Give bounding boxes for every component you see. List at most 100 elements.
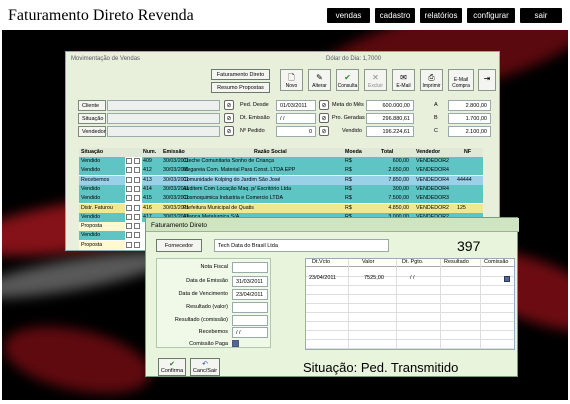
row-checkbox[interactable]: [126, 176, 132, 183]
col-num[interactable]: Num.: [143, 148, 156, 157]
row-checkbox[interactable]: [126, 204, 132, 211]
table-row[interactable]: Recebemos 413 30/03/2011 Comunidade Kolping…: [79, 175, 483, 185]
faturamento-direto-button[interactable]: Faturamento Direto: [211, 69, 270, 80]
email-icon: ✉: [400, 73, 407, 82]
recebemos-input[interactable]: / /: [232, 327, 268, 338]
row-checkbox[interactable]: [126, 158, 132, 164]
table-col-line: [480, 259, 481, 349]
fornecedor-field[interactable]: Tech Data do Brasil Ltda: [214, 239, 389, 252]
row-checkbox[interactable]: [134, 167, 140, 174]
vendedor-field[interactable]: [107, 126, 220, 137]
email-button[interactable]: ✉ E-Mail: [392, 69, 415, 91]
row-checkbox[interactable]: [134, 223, 140, 230]
nav-relatorios[interactable]: relatórios: [420, 8, 462, 23]
col-razao[interactable]: Razão Social: [254, 148, 287, 157]
table-row[interactable]: Vendido 409 30/03/2011 Creche Comunitaria S…: [79, 157, 483, 166]
row-checkbox[interactable]: [126, 185, 132, 192]
row-checkbox[interactable]: [126, 232, 132, 239]
col-vendedor[interactable]: Vendedor: [416, 148, 440, 157]
row-checkbox[interactable]: [134, 195, 140, 202]
col-emissao[interactable]: Emissão: [163, 148, 185, 157]
excluir-button[interactable]: ✕ Excluir: [364, 69, 387, 91]
row-checkbox[interactable]: [134, 185, 140, 192]
row-checkbox[interactable]: [134, 241, 140, 248]
dt-emissao-input[interactable]: / /: [276, 113, 316, 124]
novo-button[interactable]: 🗋 Novo: [280, 69, 303, 91]
row-checkbox[interactable]: [126, 167, 132, 174]
table-row[interactable]: Distr. Faturou 416 30/03/2011 Prefeitura Mu…: [79, 203, 483, 213]
row-checkbox[interactable]: [126, 223, 132, 230]
n-pedido-input[interactable]: 0: [276, 126, 316, 137]
clear-icon[interactable]: ⊘: [319, 126, 329, 136]
a-value: 2.800,00: [448, 100, 491, 111]
vendedor-button[interactable]: Vendedor: [78, 126, 106, 137]
cell-total: 300,00: [392, 185, 409, 192]
cancel-button[interactable]: ↶ Canc/Sair: [190, 358, 220, 376]
clear-icon[interactable]: ⊘: [319, 100, 329, 110]
row-checkbox[interactable]: [126, 213, 132, 220]
meta-label: Meta do Mês: [332, 102, 364, 108]
nota-fiscal-input[interactable]: [232, 262, 268, 273]
consulta-button[interactable]: ✔ Consulta: [336, 69, 359, 91]
clear-icon[interactable]: ⊘: [319, 113, 329, 123]
cell-moeda: R$: [345, 176, 352, 183]
delete-icon: ✕: [372, 73, 379, 82]
cliente-button[interactable]: Cliente: [78, 100, 106, 111]
resultado-comissao-input[interactable]: [232, 315, 268, 326]
nav-vendas[interactable]: vendas: [327, 8, 370, 23]
red-streak: [2, 315, 157, 400]
clear-icon[interactable]: ⊘: [224, 126, 234, 136]
clear-icon[interactable]: ⊘: [224, 100, 234, 110]
table-row[interactable]: Vendido 415 30/03/2011 Cosmoquimica Industr…: [79, 194, 483, 204]
email-compra-button[interactable]: E-Mail Compra: [448, 69, 474, 91]
b-value: 1.700,00: [448, 113, 491, 124]
col-total[interactable]: Total: [381, 148, 393, 157]
fornecedor-button[interactable]: Fornecedor: [156, 239, 202, 252]
comissao-paga-checkbox[interactable]: [232, 340, 239, 347]
row-checkbox[interactable]: [134, 232, 140, 239]
data-vencimento-label: Data de Vencimento: [178, 291, 228, 297]
row-checkbox[interactable]: [134, 158, 140, 164]
grid-header: Situação Num. Emissão Razão Social Moeda…: [79, 148, 483, 157]
a-label: A: [434, 102, 438, 108]
vendido-label: Vendido: [342, 128, 362, 134]
top-bar: Faturamento Direto Revenda vendas cadast…: [0, 0, 570, 30]
row-checkbox[interactable]: [126, 195, 132, 202]
col-comissao: Comissão: [484, 259, 509, 265]
nav-cadastro[interactable]: cadastro: [375, 8, 415, 23]
novo-label: Novo: [285, 83, 298, 89]
table-col-line: [396, 259, 397, 349]
data-vencimento-input[interactable]: 23/04/2011: [232, 289, 268, 300]
table-row-line: [306, 303, 514, 304]
resumo-propostas-button[interactable]: Resumo Propostas: [211, 82, 270, 93]
c-value: 2.100,00: [448, 126, 491, 137]
nav-sair[interactable]: sair: [520, 8, 562, 23]
table-row[interactable]: Vendido 414 30/03/2011 Auditem Com Locação …: [79, 184, 483, 194]
table-row-line: [306, 285, 514, 286]
exit-button[interactable]: ⇥: [478, 69, 496, 91]
clear-icon[interactable]: ⊘: [224, 113, 234, 123]
resultado-valor-input[interactable]: [232, 302, 268, 313]
row-checkbox[interactable]: [134, 204, 140, 211]
col-situacao[interactable]: Situação: [81, 148, 103, 157]
cell-razao: Comunidade Kolping do Jardim São José: [183, 176, 281, 183]
cliente-field[interactable]: [107, 100, 220, 111]
cell-vend: VENDEDOR4: [416, 176, 449, 183]
alterar-button[interactable]: ✎ Alterar: [308, 69, 331, 91]
nav-configurar[interactable]: configurar: [467, 8, 515, 23]
check-icon: ✔: [169, 360, 175, 368]
row-checkbox[interactable]: [126, 241, 132, 248]
data-emissao-input[interactable]: 31/03/2011: [232, 276, 268, 287]
situacao-button[interactable]: Situação: [78, 113, 106, 124]
table-col-line: [440, 259, 441, 349]
row-checkbox[interactable]: [134, 213, 140, 220]
row-comissao-checkbox[interactable]: [504, 276, 510, 282]
confirma-button[interactable]: ✔ Confirma: [158, 358, 186, 376]
ped-desde-input[interactable]: 01/03/2011: [276, 100, 316, 111]
row-checkbox[interactable]: [134, 176, 140, 183]
col-nf[interactable]: NF: [464, 148, 471, 157]
situacao-field[interactable]: [107, 113, 220, 124]
table-row[interactable]: Vendido 412 30/03/2011 Megareia Com. Materi…: [79, 166, 483, 176]
col-moeda[interactable]: Moeda: [345, 148, 362, 157]
imprimir-button[interactable]: ⎙ Imprimir: [420, 69, 443, 91]
